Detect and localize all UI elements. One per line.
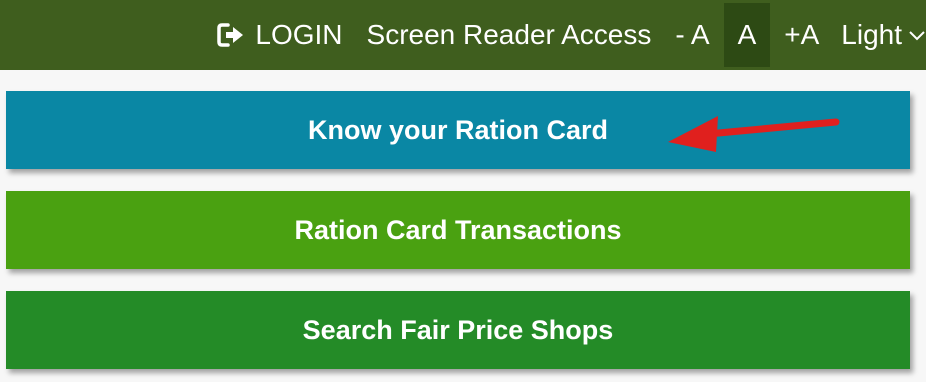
- theme-selected-value: Light: [841, 19, 902, 50]
- ration-card-transactions-button[interactable]: Ration Card Transactions: [6, 191, 910, 269]
- font-decrease-label: - A: [675, 19, 710, 50]
- font-decrease-button[interactable]: - A: [663, 0, 721, 70]
- top-bar: LOGIN Screen Reader Access - A A +A Ligh…: [0, 0, 926, 70]
- font-normal-button[interactable]: A: [723, 3, 771, 67]
- screen-reader-label: Screen Reader Access: [366, 19, 652, 50]
- login-link[interactable]: LOGIN: [205, 0, 354, 70]
- screen-reader-access-link[interactable]: Screen Reader Access: [355, 0, 664, 70]
- chevron-down-icon: [909, 31, 925, 41]
- know-ration-card-label: Know your Ration Card: [307, 114, 608, 145]
- search-fair-price-shops-button[interactable]: Search Fair Price Shops: [6, 291, 910, 369]
- font-increase-button[interactable]: +A: [772, 0, 831, 70]
- ration-card-transactions-label: Ration Card Transactions: [294, 214, 622, 245]
- search-fair-price-shops-label: Search Fair Price Shops: [302, 314, 614, 345]
- page: LOGIN Screen Reader Access - A A +A Ligh…: [0, 0, 926, 382]
- font-normal-label: A: [737, 19, 757, 50]
- theme-select[interactable]: Light: [831, 0, 926, 70]
- login-label: LOGIN: [255, 19, 343, 50]
- know-ration-card-button[interactable]: Know your Ration Card: [6, 91, 910, 169]
- sign-in-icon: [217, 23, 244, 47]
- font-increase-label: +A: [784, 19, 820, 50]
